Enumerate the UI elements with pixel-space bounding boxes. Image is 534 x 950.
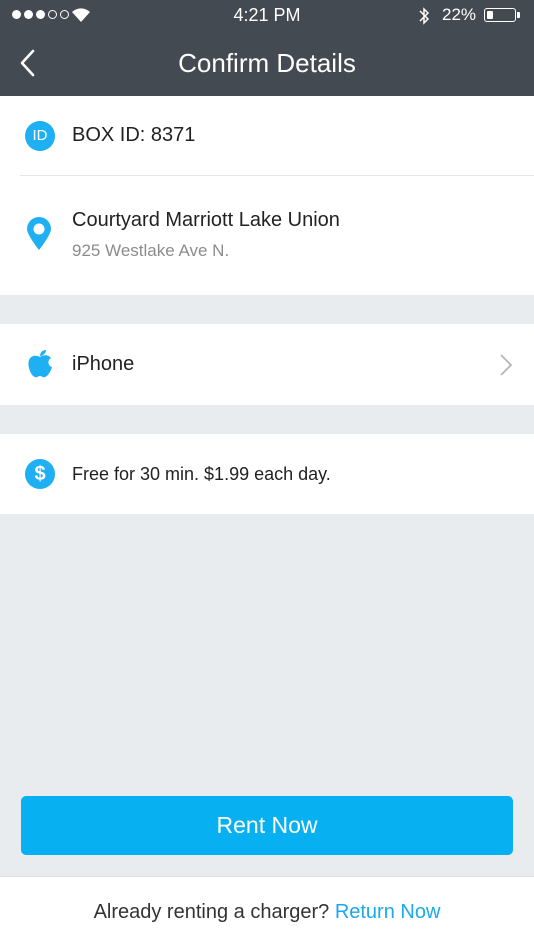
footer-prompt: Already renting a charger? — [93, 901, 335, 923]
divider — [20, 175, 534, 176]
location-name: Courtyard Marriott Lake Union — [72, 209, 340, 231]
device-label: iPhone — [72, 353, 135, 375]
id-badge-icon: ID — [25, 121, 55, 151]
page-title: Confirm Details — [178, 48, 356, 78]
device-selector[interactable]: iPhone — [0, 324, 534, 405]
battery-fill — [487, 11, 493, 19]
battery-icon — [484, 8, 516, 22]
box-id-label: BOX ID: 8371 — [72, 124, 196, 146]
return-now-link[interactable]: Return Now — [335, 901, 441, 923]
bluetooth-icon — [419, 7, 430, 25]
location-address: 925 Westlake Ave N. — [72, 241, 230, 260]
chevron-right-icon — [500, 354, 513, 376]
rent-now-button[interactable]: Rent Now — [21, 796, 513, 855]
apple-icon — [28, 350, 52, 378]
battery-percent: 22% — [442, 5, 477, 24]
dollar-icon: $ — [25, 459, 55, 489]
nav-bar: Confirm Details — [0, 30, 534, 96]
footer: Already renting a charger? Return Now — [0, 876, 534, 950]
pricing-card: $ Free for 30 min. $1.99 each day. — [0, 434, 534, 514]
battery-tip — [517, 12, 520, 18]
pricing-text: Free for 30 min. $1.99 each day. — [72, 464, 331, 484]
footer-line: Already renting a charger? Return Now — [0, 901, 534, 924]
location-pin-icon — [27, 217, 51, 250]
box-location-card: ID BOX ID: 8371 Courtyard Marriott Lake … — [0, 96, 534, 295]
status-bar: 4:21 PM 22% — [0, 0, 534, 30]
